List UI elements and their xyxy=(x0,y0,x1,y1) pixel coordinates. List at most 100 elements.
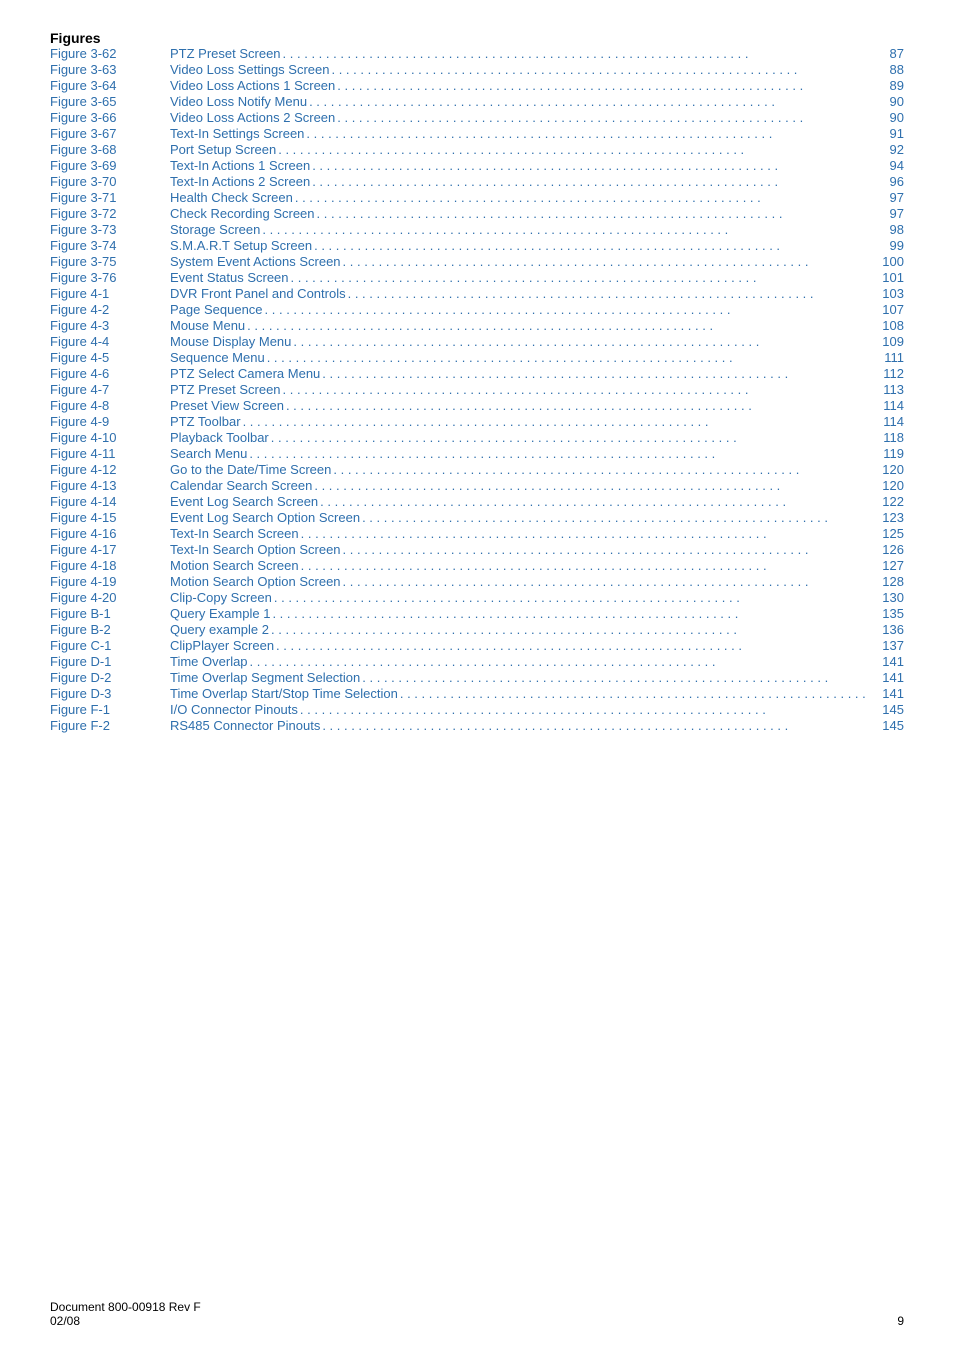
entry-title: Go to the Date/Time Screen xyxy=(170,462,331,477)
dot-leader xyxy=(400,686,874,701)
entry-page: 99 xyxy=(876,238,904,253)
dot-leader xyxy=(262,222,874,237)
toc-row[interactable]: Figure 4-17Text-In Search Option Screen1… xyxy=(50,542,904,557)
entry-page: 101 xyxy=(876,270,904,285)
entry-page: 112 xyxy=(876,366,904,381)
entry-title: System Event Actions Screen xyxy=(170,254,341,269)
toc-row[interactable]: Figure 3-68Port Setup Screen92 xyxy=(50,142,904,157)
entry-title: Page Sequence xyxy=(170,302,263,317)
toc-row[interactable]: Figure F-1I/O Connector Pinouts145 xyxy=(50,702,904,717)
entry-page: 122 xyxy=(876,494,904,509)
toc-row[interactable]: Figure F-2RS485 Connector Pinouts145 xyxy=(50,718,904,733)
toc-row[interactable]: Figure 4-8Preset View Screen114 xyxy=(50,398,904,413)
toc-row[interactable]: Figure 3-75System Event Actions Screen10… xyxy=(50,254,904,269)
toc-row[interactable]: Figure D-2Time Overlap Segment Selection… xyxy=(50,670,904,685)
entry-page: 107 xyxy=(876,302,904,317)
toc-row[interactable]: Figure 3-72Check Recording Screen97 xyxy=(50,206,904,221)
figure-label: Figure 3-71 xyxy=(50,190,160,205)
dot-leader xyxy=(337,110,874,125)
entry-title: Text-In Actions 1 Screen xyxy=(170,158,310,173)
entry-title: Time Overlap xyxy=(170,654,248,669)
entry-page: 145 xyxy=(876,718,904,733)
toc-row[interactable]: Figure 4-11 Search Menu 119 xyxy=(50,446,904,461)
toc-row[interactable]: Figure 4-3Mouse Menu108 xyxy=(50,318,904,333)
toc-entry-line: Time Overlap Start/Stop Time Selection14… xyxy=(160,686,904,701)
entry-title: ClipPlayer Screen xyxy=(170,638,274,653)
toc-row[interactable]: Figure 4-13Calendar Search Screen120 xyxy=(50,478,904,493)
toc-row[interactable]: Figure B-1Query Example 1135 xyxy=(50,606,904,621)
toc-row[interactable]: Figure 4-15Event Log Search Option Scree… xyxy=(50,510,904,525)
toc-row[interactable]: Figure 4-10Playback Toolbar118 xyxy=(50,430,904,445)
figure-label: Figure 4-6 xyxy=(50,366,160,381)
toc-entry-line: Video Loss Actions 2 Screen90 xyxy=(160,110,904,125)
toc-row[interactable]: Figure 3-65Video Loss Notify Menu90 xyxy=(50,94,904,109)
figure-label: Figure 3-62 xyxy=(50,46,160,61)
toc-entry-line: Storage Screen98 xyxy=(160,222,904,237)
toc-row[interactable]: Figure 4-20Clip-Copy Screen130 xyxy=(50,590,904,605)
toc-row[interactable]: Figure 3-67Text-In Settings Screen91 xyxy=(50,126,904,141)
toc-entry-line: Event Log Search Option Screen123 xyxy=(160,510,904,525)
figure-label: Figure F-2 xyxy=(50,718,160,733)
dot-leader xyxy=(306,126,874,141)
toc-entry-line: Go to the Date/Time Screen120 xyxy=(160,462,904,477)
toc-row[interactable]: Figure 4-5Sequence Menu111 xyxy=(50,350,904,365)
toc-entry-line: I/O Connector Pinouts145 xyxy=(160,702,904,717)
figure-label: Figure 4-4 xyxy=(50,334,160,349)
toc-row[interactable]: Figure 4-18Motion Search Screen127 xyxy=(50,558,904,573)
toc-row[interactable]: Figure 3-62PTZ Preset Screen87 xyxy=(50,46,904,61)
toc-row[interactable]: Figure B-2Query example 2136 xyxy=(50,622,904,637)
toc-row[interactable]: Figure 4-16Text-In Search Screen125 xyxy=(50,526,904,541)
entry-title: Query Example 1 xyxy=(170,606,270,621)
toc-row[interactable]: Figure 3-63Video Loss Settings Screen88 xyxy=(50,62,904,77)
toc-row[interactable]: Figure 4-6PTZ Select Camera Menu112 xyxy=(50,366,904,381)
dot-leader xyxy=(267,350,874,365)
toc-row[interactable]: Figure 4-12Go to the Date/Time Screen120 xyxy=(50,462,904,477)
figure-label: Figure 4-11 xyxy=(50,446,160,461)
figure-label: Figure 4-8 xyxy=(50,398,160,413)
dot-leader xyxy=(331,62,874,77)
figure-label: Figure 3-72 xyxy=(50,206,160,221)
figure-label: Figure F-1 xyxy=(50,702,160,717)
entry-page: 91 xyxy=(876,126,904,141)
dot-leader xyxy=(278,142,874,157)
toc-row[interactable]: Figure 3-69Text-In Actions 1 Screen94 xyxy=(50,158,904,173)
toc-row[interactable]: Figure 3-76Event Status Screen101 xyxy=(50,270,904,285)
toc-entry-line: Text-In Search Option Screen126 xyxy=(160,542,904,557)
toc-row[interactable]: Figure 3-74S.M.A.R.T Setup Screen99 xyxy=(50,238,904,253)
toc-row[interactable]: Figure 4-19Motion Search Option Screen12… xyxy=(50,574,904,589)
entry-title: Calendar Search Screen xyxy=(170,478,312,493)
entry-title: Motion Search Option Screen xyxy=(170,574,341,589)
figure-label: Figure 4-3 xyxy=(50,318,160,333)
toc-row[interactable]: Figure 3-70Text-In Actions 2 Screen96 xyxy=(50,174,904,189)
figure-label: Figure 3-68 xyxy=(50,142,160,157)
dot-leader xyxy=(312,174,874,189)
dot-leader xyxy=(312,158,874,173)
toc-row[interactable]: Figure D-1Time Overlap141 xyxy=(50,654,904,669)
toc-row[interactable]: Figure 3-66Video Loss Actions 2 Screen90 xyxy=(50,110,904,125)
toc-row[interactable]: Figure D-3Time Overlap Start/Stop Time S… xyxy=(50,686,904,701)
footer-doc-id: Document 800-00918 Rev F xyxy=(50,1300,201,1314)
dot-leader xyxy=(337,78,874,93)
toc-row[interactable]: Figure 4-1DVR Front Panel and Controls10… xyxy=(50,286,904,301)
entry-title: Event Status Screen xyxy=(170,270,289,285)
dot-leader xyxy=(301,558,874,573)
dot-leader xyxy=(314,238,874,253)
toc-row[interactable]: Figure 3-71Health Check Screen97 xyxy=(50,190,904,205)
toc-row[interactable]: Figure 4-14Event Log Search Screen122 xyxy=(50,494,904,509)
entry-page: 119 xyxy=(876,446,904,461)
toc-entry-line: Text-In Actions 1 Screen94 xyxy=(160,158,904,173)
entry-title: Search Menu xyxy=(170,446,247,461)
toc-row[interactable]: Figure 4-7PTZ Preset Screen113 xyxy=(50,382,904,397)
toc-row[interactable]: Figure C-1ClipPlayer Screen137 xyxy=(50,638,904,653)
toc-row[interactable]: Figure 4-2Page Sequence107 xyxy=(50,302,904,317)
entry-page: 90 xyxy=(876,110,904,125)
toc-entry-line: PTZ Toolbar114 xyxy=(160,414,904,429)
toc-row[interactable]: Figure 3-73Storage Screen98 xyxy=(50,222,904,237)
toc-entry-line: Playback Toolbar118 xyxy=(160,430,904,445)
toc-entry-line: Text-In Settings Screen91 xyxy=(160,126,904,141)
toc-entry-line: PTZ Preset Screen113 xyxy=(160,382,904,397)
toc-row[interactable]: Figure 4-9PTZ Toolbar114 xyxy=(50,414,904,429)
figure-label: Figure 4-17 xyxy=(50,542,160,557)
toc-row[interactable]: Figure 4-4Mouse Display Menu109 xyxy=(50,334,904,349)
toc-row[interactable]: Figure 3-64Video Loss Actions 1 Screen89 xyxy=(50,78,904,93)
